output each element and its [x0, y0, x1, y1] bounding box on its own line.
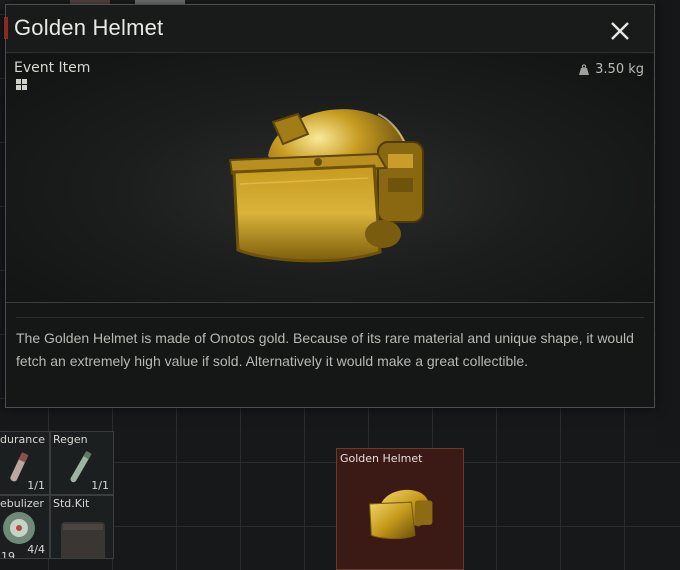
item-weight: 3.50 kg — [578, 62, 644, 77]
item-extra: 19 — [1, 550, 15, 559]
inventory-cell-nebulizer[interactable]: ebulizer 4/4 19 — [0, 495, 50, 559]
divider — [6, 302, 654, 303]
close-icon — [611, 22, 629, 40]
close-button[interactable] — [609, 20, 631, 42]
inventory-cell-endurance[interactable]: durance 1/1 — [0, 431, 50, 495]
weight-icon — [579, 63, 590, 75]
item-name: durance — [0, 433, 46, 446]
title-accent — [4, 17, 8, 39]
item-inspect-modal: Golden Helmet Event Item 3.50 kg The Gol… — [4, 4, 655, 408]
nebulizer-icon — [3, 512, 35, 544]
item-count: 4/4 — [27, 543, 45, 556]
item-name: Regen — [53, 433, 88, 446]
kit-icon — [61, 522, 105, 558]
right-panel-edge — [656, 0, 680, 448]
item-preview: Event Item 3.50 kg — [6, 54, 654, 302]
golden-helmet-image — [228, 109, 424, 263]
golden-helmet-cell[interactable]: Golden Helmet — [336, 448, 464, 570]
grid-icon — [16, 79, 27, 90]
modal-title: Golden Helmet — [14, 15, 164, 40]
item-description: The Golden Helmet is made of Onotos gold… — [16, 330, 634, 369]
item-category: Event Item — [14, 60, 91, 76]
divider — [16, 317, 644, 318]
modal-header: Golden Helmet — [4, 5, 654, 53]
item-count: 1/1 — [91, 479, 109, 492]
weight-value: 3.50 kg — [595, 62, 644, 77]
inventory-cell-std-kit[interactable]: Std.Kit — [50, 495, 114, 559]
inventory-cell-regen[interactable]: Regen 1/1 — [50, 431, 114, 495]
item-name: Golden Helmet — [340, 452, 423, 465]
helmet-icon — [369, 489, 433, 540]
item-name: Std.Kit — [53, 497, 90, 510]
item-count: 1/1 — [27, 479, 45, 492]
